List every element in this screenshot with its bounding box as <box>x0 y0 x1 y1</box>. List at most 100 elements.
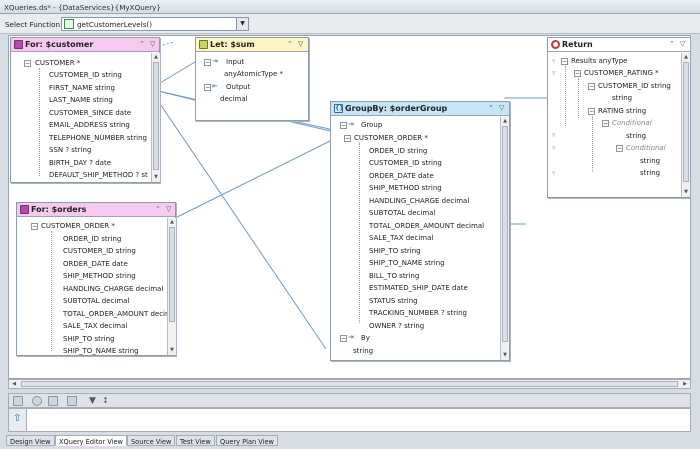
new-icon[interactable] <box>13 396 23 406</box>
expand-toggle-icon[interactable]: − <box>588 108 595 115</box>
stop-icon[interactable] <box>48 396 58 406</box>
collapse-icon[interactable]: ⌃ <box>139 40 145 48</box>
groupby-box[interactable]: {} GroupBy: $orderGroup ⌃ ▽ − ⇥ Group − … <box>330 101 510 361</box>
string-row: string <box>626 132 647 140</box>
window-title: XQueries.ds* - {DataServices}{MyXQuery} <box>0 0 700 14</box>
record-icon[interactable] <box>32 396 42 406</box>
field-row: CUSTOMER_ID string <box>63 247 136 255</box>
let-input-type: anyAtomicType * <box>224 70 283 78</box>
pin-icon: ▿ <box>552 57 556 65</box>
tab-design-view[interactable]: Design View <box>6 435 55 446</box>
field-row: ORDER_ID string <box>63 235 122 243</box>
tab-test-view[interactable]: Test View <box>176 435 215 446</box>
let-sum-title: Let: $sum <box>210 40 255 49</box>
for-customer-box[interactable]: For: $customer ⌃ ▽ − CUSTOMER * CUSTOMER… <box>10 37 160 183</box>
by-type: string <box>353 347 374 355</box>
shield-icon[interactable]: ▽ <box>499 104 504 112</box>
string-row: string <box>640 157 661 165</box>
pin-icon: ▿ <box>552 131 556 139</box>
field-row: HANDLING_CHARGE decimal <box>369 197 470 205</box>
field-row: SHIP_METHOD string <box>63 272 136 280</box>
field-row: SUBTOTAL decimal <box>63 297 130 305</box>
for-orders-box[interactable]: For: $orders ⌃ ▽ − CUSTOMER_ORDER * ORDE… <box>16 202 176 356</box>
groupby-icon: {} <box>334 104 344 113</box>
up-arrow-icon[interactable]: ⇧ <box>13 413 23 425</box>
field-row: ORDER_DATE date <box>63 260 128 268</box>
editor-toolbar: ▼ ↕ <box>8 393 691 408</box>
return-header[interactable]: Return ⌃ ▽ <box>548 38 690 52</box>
connector-line <box>149 88 327 350</box>
function-toolbar: Select Function getCustomerLevels() ▼ <box>0 14 700 34</box>
collapse-icon[interactable]: ⌃ <box>155 205 161 213</box>
for-orders-header[interactable]: For: $orders ⌃ ▽ <box>17 203 175 217</box>
tab-query-plan-view[interactable]: Query Plan View <box>216 435 278 446</box>
connector-line <box>162 138 335 225</box>
groupby-root: CUSTOMER_ORDER * <box>354 134 428 142</box>
field-row: SHIP_TO_NAME string <box>63 347 139 355</box>
clear-icon[interactable] <box>67 396 77 406</box>
group-label: Group <box>361 121 383 129</box>
shield-icon[interactable]: ▽ <box>150 40 155 48</box>
field-row: ORDER_ID string <box>369 147 428 155</box>
connector-line <box>158 41 175 47</box>
filter-icon[interactable]: ▼ <box>89 396 96 406</box>
expand-toggle-icon[interactable]: − <box>204 59 211 66</box>
for-customer-title: For: $customer <box>25 40 94 49</box>
field-row: SHIP_TO_NAME string <box>369 259 445 267</box>
expand-toggle-icon[interactable]: − <box>204 84 211 91</box>
output-pane[interactable]: ⇧ <box>8 408 691 432</box>
expand-toggle-icon[interactable]: − <box>24 60 31 67</box>
function-select[interactable]: getCustomerLevels() ▼ <box>61 17 249 31</box>
let-sum-box[interactable]: Let: $sum ⌃ ▽ − ⇥ Input anyAtomicType * … <box>195 37 309 121</box>
field-row: LAST_NAME string <box>49 96 113 104</box>
let-input-label: Input <box>226 58 245 66</box>
customer-id-row: CUSTOMER_ID string <box>598 82 671 90</box>
expand-toggle-icon[interactable]: − <box>340 335 347 342</box>
field-row: BILL_TO string <box>369 272 420 280</box>
expand-toggle-icon[interactable]: − <box>31 223 38 230</box>
field-row: SHIP_METHOD string <box>369 184 442 192</box>
let-output-type: decimal <box>220 95 248 103</box>
vertical-scrollbar[interactable]: ▲ ▼ <box>681 53 690 197</box>
conditional-row: Conditional <box>626 144 666 152</box>
vertical-scrollbar[interactable]: ▲ ▼ <box>167 218 176 355</box>
collapse-icon[interactable]: ⌃ <box>488 104 494 112</box>
collapse-icon[interactable]: ⌃ <box>287 40 293 48</box>
field-row: STATUS string <box>369 297 418 305</box>
expand-toggle-icon[interactable]: − <box>588 83 595 90</box>
rating-row: RATING string <box>598 107 647 115</box>
field-row: SHIP_TO string <box>369 247 421 255</box>
vertical-scrollbar[interactable]: ▲ ▼ <box>151 53 160 182</box>
field-row: HANDLING_CHARGE decimal <box>63 285 164 293</box>
field-row: CUSTOMER_ID string <box>369 159 442 167</box>
let-sum-header[interactable]: Let: $sum ⌃ ▽ <box>196 38 308 52</box>
by-arrow-icon: ⇥ <box>348 333 354 341</box>
design-canvas[interactable]: For: $customer ⌃ ▽ − CUSTOMER * CUSTOMER… <box>8 35 691 379</box>
expand-toggle-icon[interactable]: − <box>344 135 351 142</box>
shield-icon[interactable]: ▽ <box>298 40 303 48</box>
expand-toggle-icon[interactable]: − <box>340 122 347 129</box>
expand-toggle-icon[interactable]: − <box>616 145 623 152</box>
chevron-down-icon[interactable]: ▼ <box>236 18 248 30</box>
tab-source-view[interactable]: Source View <box>127 435 176 446</box>
field-row: CUSTOMER_SINCE date <box>49 109 132 117</box>
pin-icon: ▿ <box>552 144 556 152</box>
tab-xquery-editor-view[interactable]: XQuery Editor View <box>55 435 127 446</box>
vertical-scrollbar[interactable]: ▲ ▼ <box>500 117 509 360</box>
expand-toggle-icon[interactable]: − <box>602 120 609 127</box>
groupby-header[interactable]: {} GroupBy: $orderGroup ⌃ ▽ <box>331 102 509 116</box>
horizontal-scrollbar[interactable]: ◀ ▶ <box>8 379 691 389</box>
shield-icon[interactable]: ▽ <box>166 205 171 213</box>
field-row: ORDER_DATE date <box>369 172 434 180</box>
field-row: SALE_TAX decimal <box>63 322 128 330</box>
return-icon <box>551 40 560 49</box>
orders-root: CUSTOMER_ORDER * <box>41 222 115 230</box>
sort-icon[interactable]: ↕ <box>102 396 109 405</box>
shield-icon[interactable]: ▽ <box>680 40 685 48</box>
expand-toggle-icon[interactable]: − <box>574 70 581 77</box>
expand-toggle-icon[interactable]: − <box>561 58 568 65</box>
field-row: BIRTH_DAY ? date <box>49 159 111 167</box>
collapse-icon[interactable]: ⌃ <box>669 40 675 48</box>
for-customer-header[interactable]: For: $customer ⌃ ▽ <box>11 38 159 52</box>
return-box[interactable]: Return ⌃ ▽ ▿ − Results anyType ▿ − CUSTO… <box>547 37 690 198</box>
